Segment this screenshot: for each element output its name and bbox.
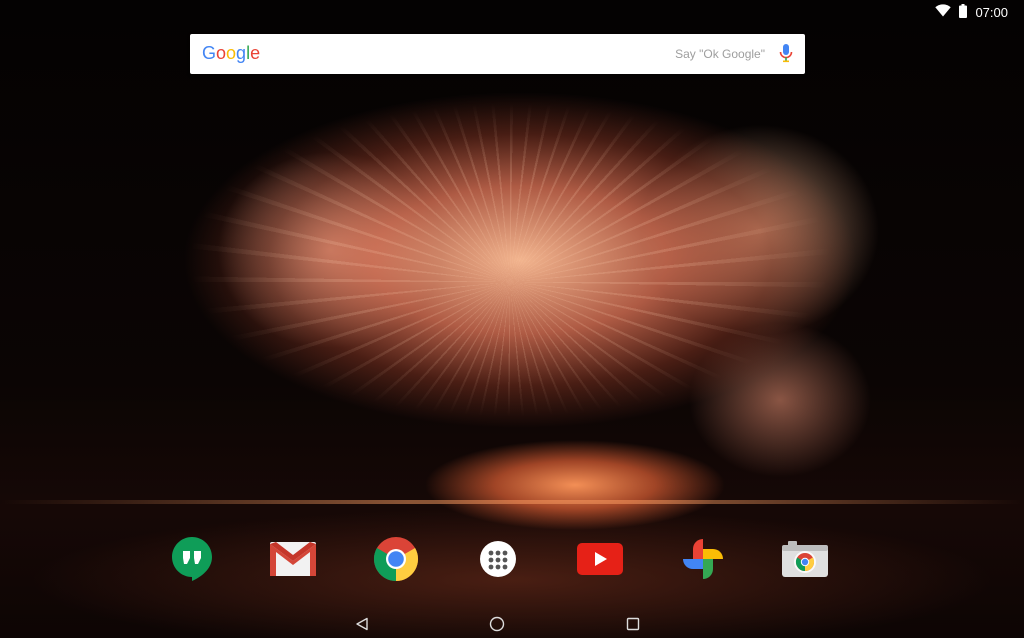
- navigation-bar: [0, 608, 1024, 638]
- home-icon: [489, 616, 505, 632]
- mic-icon[interactable]: [779, 44, 793, 64]
- youtube-app[interactable]: [576, 535, 624, 583]
- app-drawer-icon: [480, 541, 516, 577]
- gmail-icon: [270, 542, 316, 576]
- gmail-app[interactable]: [269, 535, 317, 583]
- hangouts-icon: [172, 537, 212, 581]
- app-drawer[interactable]: [474, 535, 522, 583]
- wallpaper-waterline: [0, 500, 1024, 504]
- photos-icon: [683, 539, 723, 579]
- recents-icon: [626, 617, 640, 631]
- app-dock: [168, 535, 828, 583]
- hangouts-app[interactable]: [168, 535, 216, 583]
- chrome-icon: [373, 537, 419, 582]
- youtube-icon: [577, 543, 623, 575]
- google-search-bar[interactable]: Google Say "Ok Google": [190, 34, 805, 74]
- wifi-icon: [935, 4, 952, 20]
- recents-button[interactable]: [623, 614, 643, 634]
- home-screen: 07:00 Google Say "Ok Google": [0, 0, 1024, 638]
- status-time: 07:00: [975, 4, 1008, 20]
- back-icon: [356, 617, 368, 631]
- fireworks-wallpaper: [60, 40, 960, 480]
- back-button[interactable]: [352, 614, 372, 634]
- battery-icon: [959, 3, 968, 21]
- status-bar: 07:00: [935, 3, 1008, 21]
- camera-app[interactable]: [781, 535, 829, 583]
- chrome-app[interactable]: [372, 535, 420, 583]
- home-button[interactable]: [487, 614, 507, 634]
- voice-search-hint: Say "Ok Google": [675, 47, 765, 61]
- camera-icon: [782, 541, 828, 577]
- google-logo: Google: [202, 43, 261, 63]
- photos-app[interactable]: [679, 535, 727, 583]
